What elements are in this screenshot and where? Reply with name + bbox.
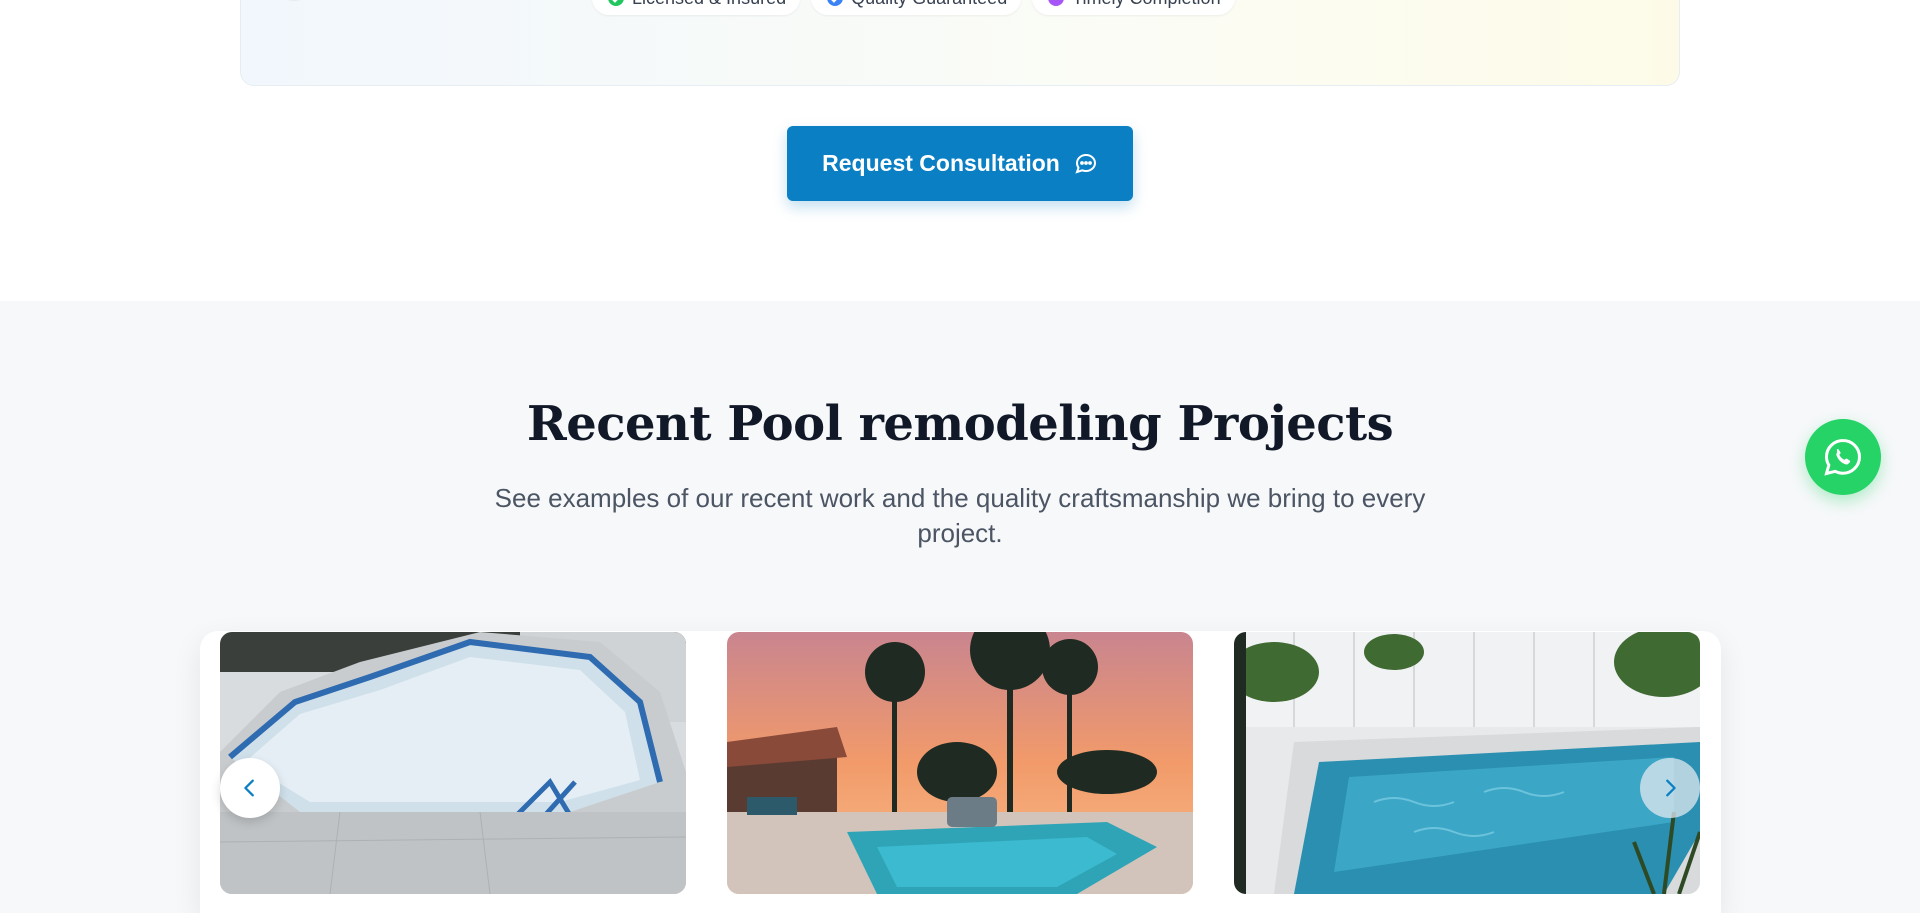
section-subtitle: See examples of our recent work and the … [494, 483, 1426, 548]
badge-quality: Quality Guaranteed [811, 0, 1022, 15]
avatar [269, 0, 319, 1]
carousel-next-button[interactable] [1640, 758, 1700, 818]
carousel-prev-button[interactable] [220, 758, 280, 818]
badge-label: Quality Guaranteed [851, 0, 1007, 9]
badge-timely: Timely Completion [1032, 0, 1235, 15]
check-circle-icon [608, 0, 624, 6]
chevron-right-icon [1666, 779, 1676, 797]
project-slide-blue-pool[interactable] [1234, 632, 1700, 894]
whatsapp-icon [1824, 438, 1862, 476]
chat-bubble-icon [1074, 152, 1098, 176]
cta-label: Request Consultation [822, 150, 1060, 176]
verified-badge-icon [827, 0, 844, 6]
empty-pool-photo [220, 632, 686, 894]
project-slide-empty-pool[interactable] [220, 632, 686, 894]
chevron-left-icon [244, 779, 254, 797]
blue-pool-photo [1234, 632, 1700, 894]
badge-licensed: Licensed & Insured [592, 0, 801, 15]
sunset-pool-photo [727, 632, 1193, 894]
trust-badges: Licensed & Insured Quality Guaranteed Ti… [592, 0, 1235, 15]
badge-label: Licensed & Insured [632, 0, 786, 9]
badge-label: Timely Completion [1072, 0, 1220, 9]
clock-icon [1048, 0, 1065, 6]
project-slide-sunset-pool[interactable] [727, 632, 1193, 894]
trust-card: Licensed & Insured Quality Guaranteed Ti… [240, 0, 1680, 86]
whatsapp-button[interactable] [1805, 419, 1881, 495]
section-title: Recent Pool remodeling Projects [526, 396, 1394, 452]
request-consultation-button[interactable]: Request Consultation [787, 126, 1133, 201]
